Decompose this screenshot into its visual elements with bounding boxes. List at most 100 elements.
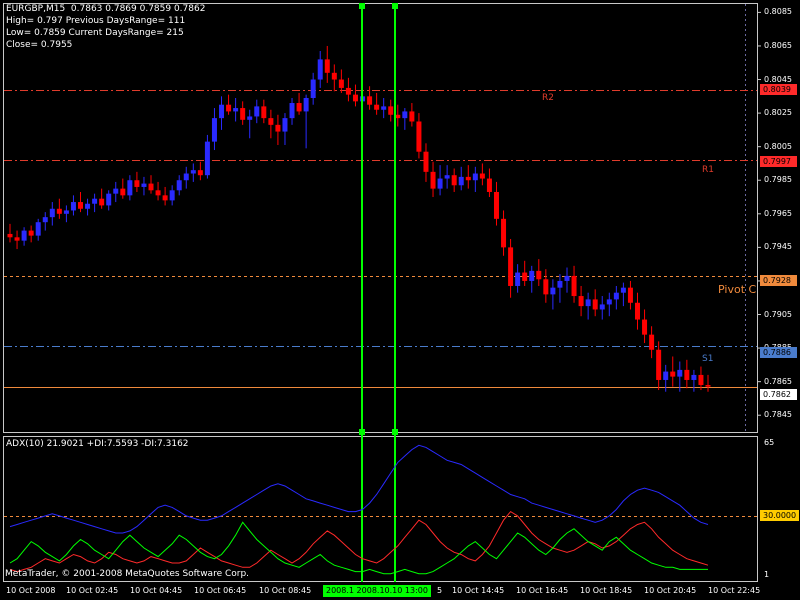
candle-body bbox=[324, 59, 330, 73]
symbol-info-line: EURGBP,M15 0.7863 0.7869 0.7859 0.7862 bbox=[6, 4, 206, 14]
candle-body bbox=[28, 230, 34, 236]
main-chart-layer bbox=[4, 3, 761, 582]
candle-body bbox=[345, 87, 351, 95]
candle-body bbox=[275, 124, 281, 132]
candle-body bbox=[197, 170, 203, 176]
candle-body bbox=[310, 79, 316, 98]
candle-body bbox=[338, 79, 344, 88]
candle-body bbox=[571, 275, 577, 297]
candle-body bbox=[226, 104, 232, 112]
candle-body bbox=[437, 178, 443, 189]
copyright-text: MetaTrader, © 2001-2008 MetaQuotes Softw… bbox=[5, 569, 250, 579]
candle-body bbox=[268, 118, 274, 125]
candle-body bbox=[85, 203, 91, 209]
candle-body bbox=[254, 106, 260, 117]
time-axis-label: 10 Oct 08:45 bbox=[259, 586, 312, 595]
adx-axis-min: 1 bbox=[764, 570, 770, 579]
candle-body bbox=[134, 180, 140, 187]
vertical-marker-handle bbox=[359, 3, 365, 9]
candle-body bbox=[240, 108, 246, 120]
candle-body bbox=[204, 141, 210, 176]
candle-body bbox=[352, 94, 358, 102]
candle-body bbox=[642, 319, 648, 335]
candle-body bbox=[606, 299, 612, 305]
candle-body bbox=[303, 97, 309, 112]
candle-body bbox=[634, 302, 640, 320]
candle-body bbox=[162, 195, 168, 201]
chart-canvas[interactable] bbox=[0, 0, 800, 600]
candle-body bbox=[515, 272, 521, 286]
candle-body bbox=[501, 218, 507, 248]
price-axis-label: 0.8085 bbox=[764, 7, 792, 17]
candle-body bbox=[190, 170, 196, 174]
price-axis-label: 0.7905 bbox=[764, 309, 792, 319]
candle-body bbox=[705, 385, 711, 387]
candle-body bbox=[479, 173, 485, 179]
adx-main-line bbox=[9, 444, 709, 534]
time-crosshair-label: 2008.1 2008.10.10 13:00 bbox=[323, 585, 431, 597]
adx-minus-di-line bbox=[9, 510, 709, 573]
candle-body bbox=[247, 116, 253, 120]
candle-body bbox=[183, 173, 189, 181]
candle-body bbox=[113, 188, 119, 194]
candle-body bbox=[444, 175, 450, 179]
candle-body bbox=[458, 176, 464, 186]
candle-body bbox=[282, 118, 288, 132]
level-tag-r2: 0.8039 bbox=[760, 84, 797, 95]
price-axis-label: 0.8065 bbox=[764, 40, 792, 50]
candle-body bbox=[99, 198, 105, 206]
price-axis-label: 0.7965 bbox=[764, 208, 792, 218]
candle-body bbox=[56, 208, 62, 214]
level-tag-pivot: 0.7928 bbox=[760, 275, 797, 286]
time-crosshair-value: 2008.10.10 13:00 bbox=[356, 586, 428, 595]
metatrader-terminal: EURGBP,M15 0.7863 0.7869 0.7859 0.7862 H… bbox=[0, 0, 800, 600]
adx-level-tag: 30.0000 bbox=[760, 510, 799, 521]
candle-body bbox=[106, 193, 112, 206]
candle-body bbox=[423, 151, 429, 172]
time-axis-label: 10 Oct 22:45 bbox=[708, 586, 761, 595]
candle-body bbox=[233, 108, 239, 112]
candle-body bbox=[536, 270, 542, 280]
candle-body bbox=[670, 371, 676, 377]
candle-body bbox=[367, 96, 373, 105]
candle-body bbox=[296, 103, 302, 112]
candle-body bbox=[395, 114, 401, 119]
candle-body bbox=[613, 292, 619, 300]
candle-body bbox=[698, 374, 704, 386]
time-axis-label: 10 Oct 06:45 bbox=[194, 586, 247, 595]
candle-body bbox=[374, 104, 380, 110]
level-tag-r1: 0.7997 bbox=[760, 156, 797, 167]
candle-body bbox=[409, 111, 415, 122]
price-axis-label: 0.7845 bbox=[764, 410, 792, 420]
candle-body bbox=[120, 188, 126, 196]
high-info-line: High= 0.797 Previous DaysRange= 111 bbox=[6, 16, 186, 26]
price-axis-label: 0.7945 bbox=[764, 242, 792, 252]
candle-body bbox=[148, 183, 154, 191]
time-axis-label: 5 bbox=[437, 586, 443, 595]
s1-label: S1 bbox=[702, 354, 714, 364]
candle-body bbox=[92, 198, 98, 204]
candle-body bbox=[543, 279, 549, 295]
candle-body bbox=[522, 272, 528, 281]
candle-body bbox=[169, 190, 175, 201]
candle-body bbox=[78, 202, 84, 209]
candle-body bbox=[649, 334, 655, 350]
candle-body bbox=[155, 190, 161, 196]
price-axis-label: 0.7865 bbox=[764, 376, 792, 386]
candle-body bbox=[49, 208, 55, 218]
candle-body bbox=[550, 287, 556, 295]
time-axis-label: 10 Oct 18:45 bbox=[580, 586, 633, 595]
candle-body bbox=[63, 210, 69, 214]
time-axis-label: 10 Oct 14:45 bbox=[452, 586, 505, 595]
time-crosshair-prefix: 2008.1 bbox=[326, 586, 354, 595]
candle-body bbox=[261, 106, 267, 119]
candle-body bbox=[656, 349, 662, 380]
candle-body bbox=[578, 296, 584, 307]
vertical-marker-handle bbox=[359, 429, 365, 435]
vertical-marker-handle bbox=[392, 429, 398, 435]
candle-body bbox=[35, 222, 41, 236]
candle-body bbox=[141, 183, 147, 187]
candle-body bbox=[219, 104, 225, 119]
close-info-line: Close= 0.7955 bbox=[6, 40, 73, 50]
candle-body bbox=[493, 191, 499, 219]
